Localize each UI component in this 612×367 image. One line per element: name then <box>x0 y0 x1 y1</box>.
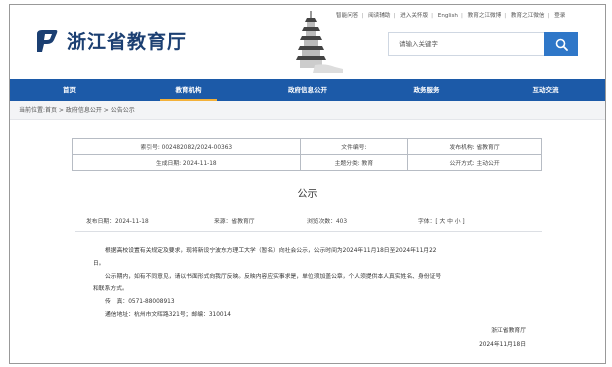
nav-interaction[interactable]: 互动交流 <box>486 79 605 101</box>
logo-emblem-icon <box>34 28 60 54</box>
top-link-wechat[interactable]: 教育之江微信 <box>511 11 545 19</box>
meta-index-no: 索引号: 002482082/2024-00363 <box>72 138 301 155</box>
nav-home[interactable]: 首页 <box>10 79 129 101</box>
breadcrumb: 当前位置:首页 > 政府信息公开 > 公告公示 <box>10 101 605 120</box>
font-size-switch[interactable]: 字体：[ 大 中 小 ] <box>418 216 465 225</box>
top-links-bar: 智能问答 | 阅读辅助 | 进入关怀版 | English | 教育之江微博 | 教育之江… <box>336 11 566 19</box>
document-meta-table: 索引号: 002482082/2024-00363 文件编号: 发布机构: 省教… <box>72 138 542 171</box>
view-count: 浏览次数：403 <box>307 219 348 225</box>
signature-block: 浙江省教育厅 2024年11月18日 <box>479 324 526 352</box>
sign-org: 浙江省教育厅 <box>491 328 526 334</box>
nav-services[interactable]: 政务服务 <box>367 79 486 101</box>
browser-frame: 浙江省教育厅 智能问答 | 阅读辅助 | 进入关怀版 | English | 教… <box>9 4 606 364</box>
site-logo[interactable]: 浙江省教育厅 <box>34 27 187 54</box>
top-link-login[interactable]: 登录 <box>554 11 565 19</box>
publish-date: 发布日期：2024-11-18 <box>86 219 149 225</box>
divider <box>75 231 542 232</box>
para2-line2: 和联系方式。 <box>93 286 128 293</box>
nav-institutions[interactable]: 教育机构 <box>129 79 248 101</box>
top-link-english[interactable]: English <box>438 13 458 19</box>
meta-issuer: 发布机构: 省教育厅 <box>407 138 542 155</box>
para2-line1: 公示期内，如有不同意见，请以书面形式向我厅反映。反映内容应实事求是，单位须加盖公… <box>105 273 442 280</box>
search-button[interactable] <box>544 32 578 56</box>
logo-text: 浙江省教育厅 <box>67 31 188 53</box>
meta-created: 生成日期: 2024-11-18 <box>72 154 301 171</box>
article-title: 公示 <box>297 189 318 200</box>
top-link-reading-aid[interactable]: 阅读辅助 <box>368 11 390 19</box>
article-source: 来源：省教育厅 <box>214 219 255 225</box>
sign-date: 2024年11月18日 <box>479 342 526 348</box>
top-link-weibo[interactable]: 教育之江微博 <box>468 11 502 19</box>
meta-topic: 主题分类: 教育 <box>299 154 409 171</box>
meta-open-mode: 公开方式: 主动公开 <box>407 154 542 171</box>
main-nav: 首页 教育机构 政府信息公开 政务服务 互动交流 <box>10 79 605 101</box>
search-input[interactable] <box>389 33 547 55</box>
meta-doc-no: 文件编号: <box>299 138 409 155</box>
fax-line: 传 真：0571-88008913 <box>105 299 175 306</box>
nav-gov-info[interactable]: 政府信息公开 <box>248 79 367 101</box>
search-icon <box>555 38 568 51</box>
top-link-qa[interactable]: 智能问答 <box>336 11 358 19</box>
search-box <box>388 32 578 56</box>
article-body: 根据高校设置有关规定及要求，现将新设宁波东方理工大学（暂名）向社会公示，公示时间… <box>93 245 533 322</box>
para1-line2: 日。 <box>93 260 105 267</box>
para1-line1: 根据高校设置有关规定及要求，现将新设宁波东方理工大学（暂名）向社会公示，公示时间… <box>105 248 437 254</box>
address-line: 通信地址：杭州市文晖路321号；邮编：310014 <box>105 311 231 318</box>
site-header: 浙江省教育厅 智能问答 | 阅读辅助 | 进入关怀版 | English | 教… <box>10 5 605 77</box>
top-link-care-mode[interactable]: 进入关怀版 <box>400 11 428 19</box>
